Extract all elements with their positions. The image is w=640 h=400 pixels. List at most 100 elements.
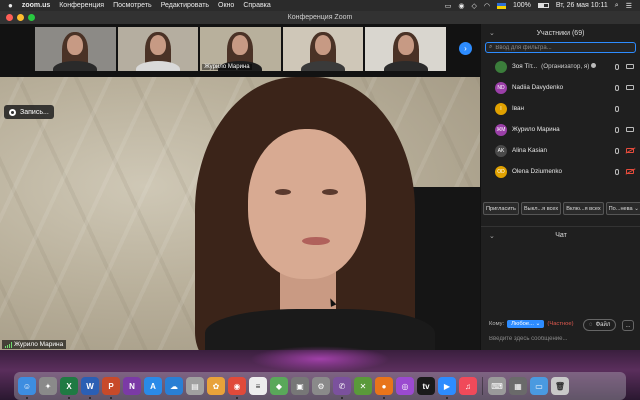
file-icon: ◌ [589, 322, 593, 328]
microphone-icon[interactable] [615, 168, 619, 175]
unmute-all-button[interactable]: Вклю...я всех [563, 202, 604, 215]
signal-strength-icon [5, 341, 12, 348]
side-panel: ⌄ Участники (69) ⌕ Зоя Тіт...(Организато… [480, 24, 640, 350]
avatar: OD [495, 165, 507, 178]
file-button[interactable]: ◌ Файл [583, 319, 617, 331]
photos-icon[interactable]: ✿ [207, 377, 225, 395]
control-center-icon[interactable]: ☰ [626, 2, 632, 10]
menu-view[interactable]: Посмотреть [113, 2, 152, 9]
tv-icon[interactable]: tv [417, 377, 435, 395]
microphone-icon[interactable] [615, 147, 619, 154]
microphone-icon[interactable] [615, 126, 619, 133]
excel-icon[interactable]: X [60, 377, 78, 399]
participant-status-icons [615, 126, 634, 133]
participant-row[interactable]: ЖМ Журило Марина [481, 119, 640, 140]
appstore-icon[interactable]: A [144, 377, 162, 395]
recording-indicator[interactable]: Запись... [4, 105, 54, 119]
collapse-participants-chevron-icon[interactable]: ⌄ [489, 29, 495, 37]
more-options-button[interactable]: По...нева ⌄ [605, 202, 640, 215]
system-preferences-icon[interactable]: ⚙ [312, 377, 330, 395]
keyboard-layout-icon[interactable] [496, 2, 506, 9]
next-page-arrow-icon[interactable]: › [459, 42, 472, 55]
participant-thumbnail[interactable] [282, 27, 364, 71]
menu-app-name[interactable]: zoom.us [22, 2, 50, 9]
wifi-icon[interactable]: ◠ [484, 2, 490, 10]
invite-button[interactable]: Пригласить [483, 202, 519, 215]
onedrive-icon[interactable]: ☁ [165, 377, 183, 395]
apple-menu-icon[interactable]: ● [8, 1, 13, 10]
video-camera-icon[interactable] [626, 127, 634, 132]
video-off-icon[interactable] [626, 148, 634, 153]
podcasts-icon[interactable]: ◎ [396, 377, 414, 395]
video-off-icon[interactable] [626, 169, 634, 174]
record-icon [9, 108, 16, 116]
screen-share-status-icon[interactable]: ▭ [445, 2, 452, 10]
dropbox-icon[interactable]: ◇ [471, 2, 476, 10]
battery-icon[interactable] [537, 3, 549, 8]
battery-percent[interactable]: 100% [513, 2, 531, 9]
participant-row[interactable]: OD Olena Dziumenko [481, 161, 640, 182]
menu-window[interactable]: Окно [218, 2, 234, 9]
microphone-icon[interactable] [615, 105, 619, 112]
desktop-wallpaper: ☺ ✦ X W P N A ☁ ▤ ✿ ◉ ≡ ◆ ▣ ⚙ ✆ ✕ ● ◎ tv ▶ ♫ ⌨ ▦ ▭ 🗑 [0, 346, 640, 400]
onenote-icon[interactable]: N [123, 377, 141, 395]
launchpad-icon[interactable]: ✦ [39, 377, 57, 395]
firefox-icon[interactable]: ● [375, 377, 393, 399]
spotlight-icon[interactable]: ⌕ [615, 2, 619, 10]
chat-recipient-value: Любое... [511, 321, 534, 327]
viber-icon[interactable]: ✆ [333, 377, 351, 399]
chat-recipient-select[interactable]: Любое... ⌄ [507, 320, 545, 328]
participant-status-icons [615, 63, 634, 70]
participant-row[interactable]: AK Alina Kasian [481, 140, 640, 161]
xcode-icon[interactable]: ✕ [354, 377, 372, 395]
clock[interactable]: Вт, 26 мая 10:11 [556, 2, 608, 9]
collapse-chat-chevron-icon[interactable]: ⌄ [489, 232, 495, 240]
microphone-icon[interactable] [615, 84, 619, 91]
thumbnail-body [383, 61, 428, 71]
participant-thumbnail[interactable] [35, 27, 116, 71]
minimize-window-button[interactable] [17, 14, 24, 21]
chat-message-input[interactable] [489, 336, 634, 342]
mute-all-button[interactable]: Выкл...я всех [520, 202, 562, 215]
menu-conference[interactable]: Конференция [59, 2, 104, 9]
chat-title: Чат [555, 232, 567, 239]
menu-help[interactable]: Справка [243, 2, 270, 9]
participant-search-input[interactable] [495, 44, 616, 51]
folder-icon[interactable]: ▭ [530, 377, 548, 395]
participant-row[interactable]: Зоя Тіт... (Организатор, я) [481, 56, 640, 77]
participant-row[interactable]: I Іван [481, 98, 640, 119]
notes-icon[interactable]: ≡ [249, 377, 267, 395]
main-video[interactable]: Журило Марина [0, 77, 480, 350]
thumbnail-body [135, 61, 180, 71]
screenshot-icon[interactable]: ▦ [509, 377, 527, 395]
chrome-icon[interactable]: ◉ [228, 377, 246, 399]
close-window-button[interactable] [6, 14, 13, 21]
maps-icon[interactable]: ◆ [270, 377, 288, 395]
word-icon[interactable]: W [81, 377, 99, 399]
participant-actions: Пригласить Выкл...я всех Вклю...я всех П… [483, 202, 640, 215]
video-camera-icon[interactable] [626, 64, 634, 69]
participant-row[interactable]: ND Nadiia Davydenko [481, 77, 640, 98]
music-icon[interactable]: ♫ [459, 377, 477, 395]
participant-thumbnail[interactable]: Журило Марина [200, 27, 281, 71]
zoom-icon[interactable]: ▶ [438, 377, 456, 399]
image-capture-icon[interactable]: ▣ [291, 377, 309, 395]
preview-icon[interactable]: ▤ [186, 377, 204, 395]
video-camera-icon[interactable] [626, 85, 634, 90]
chat-more-button[interactable]: ... [622, 320, 634, 331]
participant-status-icons [615, 84, 634, 91]
zoom-status-icon[interactable]: ◉ [458, 2, 464, 10]
avatar [495, 60, 507, 73]
keyboard-viewer-icon[interactable]: ⌨ [488, 377, 506, 395]
participant-search[interactable]: ⌕ [485, 42, 636, 53]
microphone-icon[interactable] [615, 63, 619, 70]
participant-thumbnail[interactable] [365, 27, 446, 71]
menu-edit[interactable]: Редактировать [161, 2, 209, 9]
window-titlebar: Конференция Zoom [0, 11, 640, 24]
fullscreen-window-button[interactable] [28, 14, 35, 21]
trash-icon[interactable]: 🗑 [551, 377, 569, 395]
powerpoint-icon[interactable]: P [102, 377, 120, 399]
finder-icon[interactable]: ☺ [18, 377, 36, 399]
participant-name-wrap: Alina Kasian [512, 147, 610, 154]
participant-thumbnail[interactable] [117, 27, 199, 71]
